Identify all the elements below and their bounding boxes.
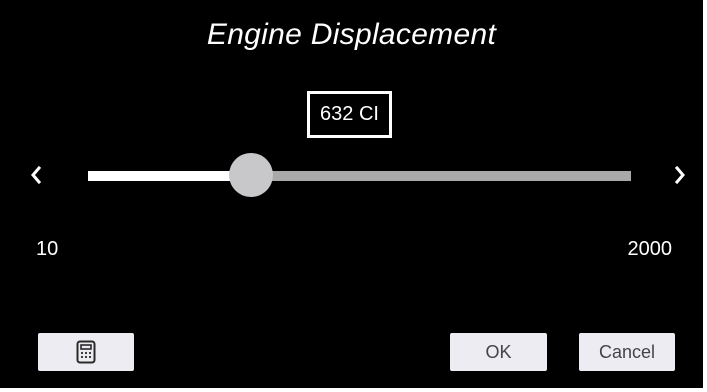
increment-arrow-button[interactable] <box>669 164 691 186</box>
slider-track-filled <box>88 171 251 181</box>
engine-displacement-dialog: Engine Displacement 632 CI 10 2000 OK Ca… <box>0 0 703 388</box>
ok-button[interactable]: OK <box>450 333 547 371</box>
calculator-icon <box>76 340 96 364</box>
slider-max-label: 2000 <box>627 238 673 260</box>
decrement-arrow-button[interactable] <box>25 164 47 186</box>
chevron-left-icon <box>31 166 42 184</box>
cancel-button[interactable]: Cancel <box>579 333 675 371</box>
value-display: 632 CI <box>307 91 392 138</box>
chevron-right-icon <box>674 166 685 184</box>
slider-track-remaining <box>251 171 631 181</box>
slider-min-label: 10 <box>36 238 59 260</box>
dialog-title: Engine Displacement <box>206 18 497 51</box>
calculator-button[interactable] <box>38 333 134 371</box>
slider-track[interactable] <box>88 171 631 181</box>
slider-thumb[interactable] <box>229 153 273 197</box>
value-display-text: 632 CI <box>320 103 379 125</box>
